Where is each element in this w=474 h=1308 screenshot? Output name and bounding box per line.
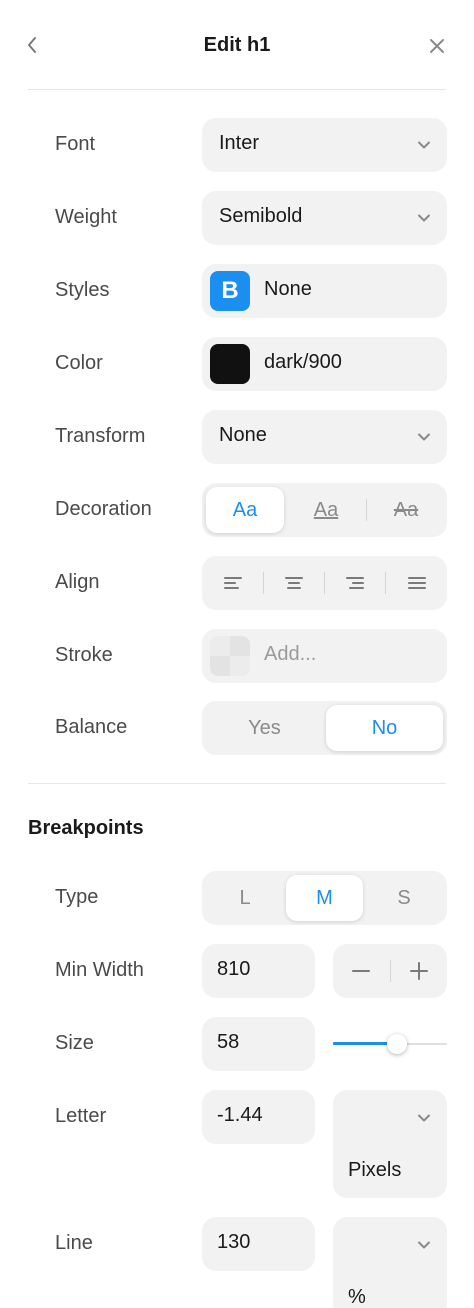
stroke-field[interactable]: Add... (202, 629, 447, 683)
empty-color-swatch (210, 636, 250, 676)
type-label: Type (55, 886, 99, 908)
align-justify-icon (407, 577, 426, 589)
align-center-icon (285, 577, 303, 589)
size-input[interactable]: 58 (202, 1017, 315, 1071)
balance-no-option[interactable]: No (326, 705, 443, 751)
type-m-option[interactable]: M (286, 875, 363, 921)
type-segmented: L M S (202, 871, 447, 925)
line-label: Line (55, 1232, 93, 1254)
letter-unit-value: Pixels (348, 1159, 402, 1181)
transform-value: None (219, 424, 267, 446)
min-width-value: 810 (217, 958, 251, 980)
chevron-down-icon (418, 433, 430, 441)
align-right-button[interactable] (325, 560, 385, 606)
increment-button[interactable] (391, 944, 447, 998)
letter-unit-select[interactable]: Pixels (333, 1090, 447, 1198)
styles-label: Styles (55, 279, 110, 301)
align-segmented (202, 556, 447, 610)
type-l-option[interactable]: L (206, 875, 284, 921)
letter-value: -1.44 (217, 1104, 263, 1126)
color-swatch (210, 344, 250, 384)
align-left-icon (223, 577, 242, 589)
size-value: 58 (217, 1031, 240, 1053)
decoration-underline-option[interactable]: Aa (287, 487, 365, 533)
balance-segmented: Yes No (202, 701, 447, 755)
font-value: Inter (219, 132, 260, 154)
section-divider (28, 783, 446, 784)
style-badge: B (210, 271, 250, 311)
decoration-strikethrough-option[interactable]: Aa (367, 487, 445, 533)
decoration-none-option[interactable]: Aa (206, 487, 284, 533)
balance-label: Balance (55, 716, 128, 738)
chevron-down-icon (418, 141, 430, 149)
close-icon (430, 39, 444, 53)
transform-select[interactable]: None (202, 410, 447, 464)
styles-value: None (264, 278, 312, 300)
color-label: Color (55, 352, 103, 374)
align-label: Align (55, 571, 100, 593)
close-button[interactable] (426, 35, 448, 57)
weight-value: Semibold (219, 205, 303, 227)
font-label: Font (55, 133, 96, 155)
min-width-stepper (333, 944, 447, 998)
size-slider[interactable] (333, 1034, 447, 1054)
chevron-down-icon (418, 1241, 430, 1249)
decrement-button[interactable] (333, 944, 389, 998)
letter-label: Letter (55, 1105, 107, 1127)
color-value: dark/900 (264, 351, 342, 373)
size-label: Size (55, 1032, 94, 1054)
stroke-label: Stroke (55, 644, 113, 666)
line-unit-select[interactable]: % (333, 1217, 447, 1308)
decoration-label: Decoration (55, 498, 152, 520)
letter-input[interactable]: -1.44 (202, 1090, 315, 1144)
font-select[interactable]: Inter (202, 118, 447, 172)
page-title: Edit h1 (203, 34, 271, 56)
line-value: 130 (217, 1231, 251, 1253)
minus-icon (352, 970, 370, 972)
transform-label: Transform (55, 425, 146, 447)
line-unit-value: % (348, 1286, 366, 1308)
slider-thumb[interactable] (386, 1034, 407, 1054)
line-input[interactable]: 130 (202, 1217, 315, 1271)
decoration-segmented: Aa Aa Aa (202, 483, 447, 537)
color-field[interactable]: dark/900 (202, 337, 447, 391)
weight-label: Weight (55, 206, 117, 228)
type-s-option[interactable]: S (365, 875, 443, 921)
breakpoints-title: Breakpoints (28, 817, 144, 839)
panel-header: Edit h1 (0, 0, 474, 90)
styles-field[interactable]: B None (202, 264, 447, 318)
balance-yes-option[interactable]: Yes (206, 705, 323, 751)
align-right-icon (346, 577, 364, 589)
header-divider (28, 89, 446, 90)
min-width-input[interactable]: 810 (202, 944, 315, 998)
stroke-placeholder: Add... (264, 643, 317, 665)
align-center-button[interactable] (264, 560, 324, 606)
weight-select[interactable]: Semibold (202, 191, 447, 245)
chevron-down-icon (418, 214, 430, 222)
chevron-down-icon (418, 1114, 430, 1122)
align-justify-button[interactable] (386, 560, 447, 606)
align-left-button[interactable] (202, 560, 263, 606)
min-width-label: Min Width (55, 959, 144, 981)
plus-icon (410, 962, 428, 980)
